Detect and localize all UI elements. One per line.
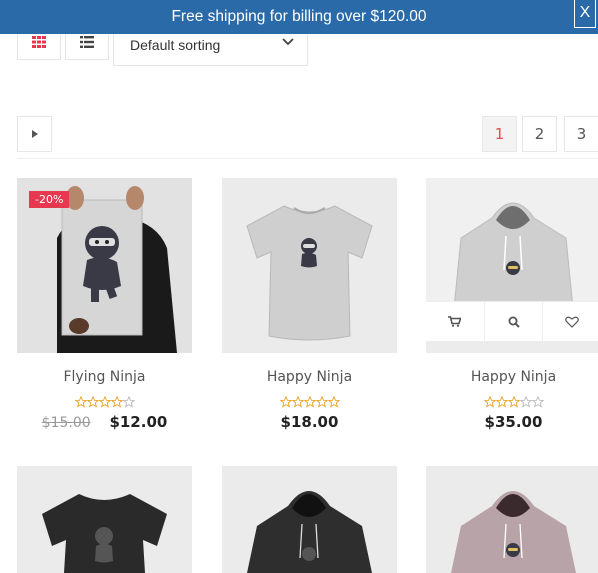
product-image[interactable] (426, 178, 598, 353)
product-price: $35.00 (426, 413, 598, 431)
sort-select-value: Default sorting (130, 37, 221, 53)
next-arrow-button[interactable] (17, 116, 52, 152)
product-price: $15.00 $12.00 (17, 413, 192, 431)
product-card[interactable]: Happy Ninja $35.00 (426, 178, 598, 431)
product-price: $18.00 (222, 413, 397, 431)
product-name[interactable]: Happy Ninja (222, 369, 397, 385)
product-image[interactable] (222, 466, 397, 573)
product-actions-bar (426, 301, 598, 341)
product-image[interactable] (426, 466, 598, 573)
search-icon (508, 316, 520, 328)
chevron-down-icon (282, 38, 294, 46)
product-card[interactable] (17, 466, 192, 573)
star-rating (222, 393, 397, 408)
star-rating (426, 393, 598, 408)
product-name[interactable]: Happy Ninja (426, 369, 598, 385)
page-button-3[interactable]: 3 (564, 116, 598, 152)
product-black-hoodie-image (222, 466, 397, 573)
image-bottom-strip (426, 341, 598, 353)
price: $35.00 (484, 413, 543, 431)
product-tshirt-image (222, 178, 397, 353)
star-rating-icons (279, 395, 340, 408)
caret-right-icon (31, 130, 38, 138)
product-card[interactable] (426, 466, 598, 573)
product-image[interactable]: -20% (17, 178, 192, 353)
quick-view-button[interactable] (485, 302, 544, 341)
heart-icon (565, 316, 580, 328)
product-card[interactable] (222, 466, 397, 573)
star-rating-icons (483, 395, 544, 408)
product-card[interactable]: -20% Flying Ninja $15.00 $12.00 (17, 178, 192, 431)
cart-icon (448, 316, 462, 327)
wishlist-button[interactable] (543, 302, 598, 341)
free-shipping-banner: Free shipping for billing over $120.00 X (0, 0, 598, 34)
product-image[interactable] (17, 466, 192, 573)
star-rating-icons (74, 395, 135, 408)
price: $18.00 (280, 413, 339, 431)
product-name[interactable]: Flying Ninja (17, 369, 192, 385)
add-to-cart-button[interactable] (426, 302, 485, 341)
sale-badge: -20% (29, 191, 70, 208)
list-icon (80, 36, 94, 48)
star-rating (17, 393, 192, 408)
product-pink-hoodie-image (426, 466, 598, 573)
banner-text: Free shipping for billing over $120.00 (171, 8, 427, 25)
old-price: $15.00 (41, 415, 91, 431)
product-card[interactable]: Happy Ninja $18.00 (222, 178, 397, 431)
banner-close-button[interactable]: X (574, 0, 596, 28)
page-button-1[interactable]: 1 (482, 116, 517, 152)
product-black-tshirt-image (17, 466, 192, 573)
grid-icon (32, 36, 46, 48)
product-image[interactable] (222, 178, 397, 353)
page-button-2[interactable]: 2 (522, 116, 557, 152)
divider (17, 158, 598, 159)
sale-price: $12.00 (109, 413, 168, 431)
